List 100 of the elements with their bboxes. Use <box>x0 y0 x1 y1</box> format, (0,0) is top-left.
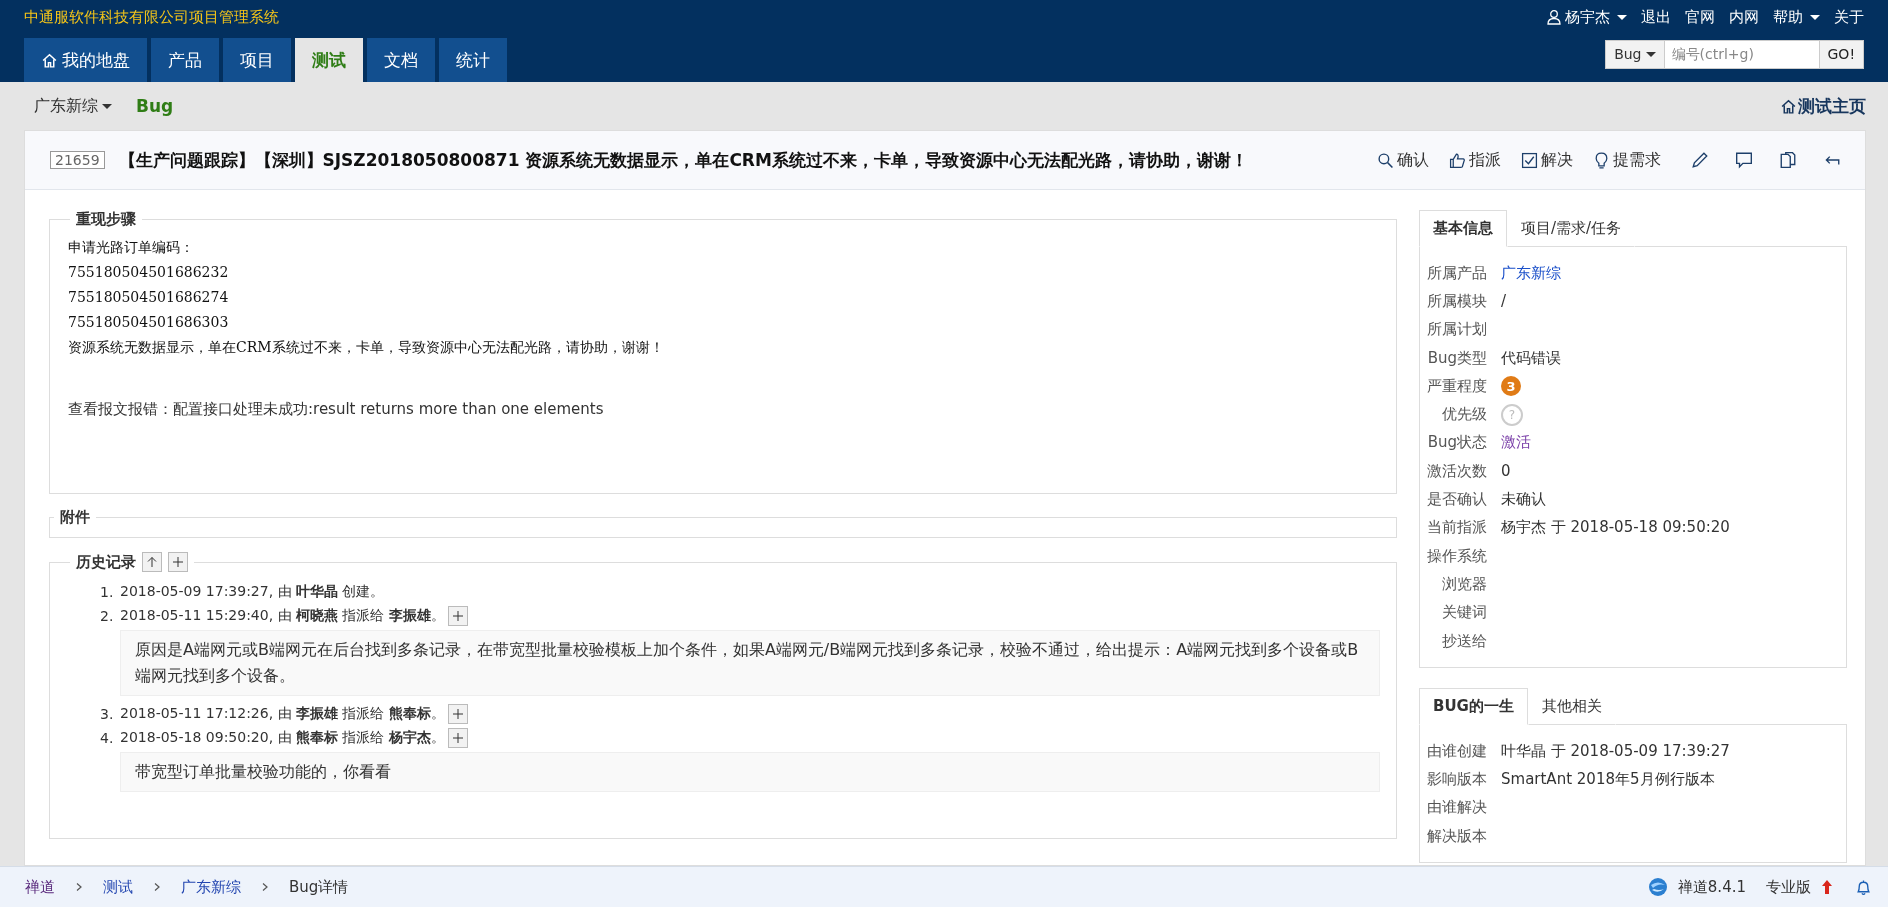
copy-icon[interactable] <box>1779 151 1797 169</box>
field-label: 当前指派 <box>1426 518 1487 538</box>
breadcrumb-current: Bug详情 <box>289 877 349 897</box>
field-label: 关键词 <box>1441 603 1487 623</box>
nav-tab[interactable]: 测试 <box>295 38 363 82</box>
bug-id: 21659 <box>50 151 105 169</box>
globe-logo-icon <box>1647 877 1668 897</box>
breadcrumb-link[interactable]: 禅道 <box>25 877 55 897</box>
history-comment: 原因是A端网元或B端网元在后台找到多条记录，在带宽型批量校验模板上加个条件，如果A端网元/B端网元找到多条记录，校验不通过，给出提示：A端网元找到多个设备或B端网元找到多个设备。 <box>120 630 1380 696</box>
field-label: 激活次数 <box>1426 461 1487 481</box>
header-link[interactable]: 退出 <box>1641 7 1671 27</box>
action-link[interactable]: 提需求 <box>1593 149 1661 171</box>
field-label: 操作系统 <box>1426 546 1487 566</box>
user-menu[interactable]: 杨宇杰 <box>1546 7 1627 27</box>
action-link[interactable]: 解决 <box>1521 149 1573 171</box>
history-entry: 2018-05-11 15:29:40, 由 柯晓燕 指派给 李振雄。 <box>120 607 445 625</box>
field-label: 严重程度 <box>1426 376 1487 396</box>
nav-tab[interactable]: 项目 <box>223 38 291 82</box>
breadcrumb-link[interactable]: 测试 <box>103 877 133 897</box>
field-value: 未确认 <box>1501 490 1546 509</box>
nav-tab[interactable]: 统计 <box>439 38 507 82</box>
field-value: SmartAnt 2018年5月例行版本 <box>1501 770 1715 790</box>
field-label: 所属计划 <box>1426 320 1487 340</box>
field-label: 所属模块 <box>1426 291 1487 311</box>
info-tab[interactable]: BUG的一生 <box>1419 688 1528 726</box>
step-text: 755180504501686274 <box>68 288 230 307</box>
search-field[interactable]: 编号(ctrl+g) <box>1664 39 1820 69</box>
step-text: 755180504501686232 <box>68 263 230 282</box>
home-icon <box>1780 97 1797 115</box>
info-tab[interactable]: 基本信息 <box>1419 210 1507 247</box>
edit-icon[interactable] <box>1691 151 1709 169</box>
help-menu[interactable]: 帮助 <box>1773 7 1820 27</box>
severity-badge: 3 <box>1501 376 1521 397</box>
comment-icon[interactable] <box>1735 151 1753 169</box>
step-text: 资源系统无数据显示，单在CRM系统过不来，卡单，导致资源中心无法配光路，请协助，谢谢！ <box>68 338 665 357</box>
history-entry: 2018-05-09 17:39:27, 由 叶华晶 创建。 <box>120 583 385 601</box>
nav-tab[interactable]: 我的地盘 <box>24 38 147 82</box>
checkbox-icon <box>1521 151 1538 169</box>
home-icon <box>41 51 58 69</box>
history-entry: 2018-05-11 17:12:26, 由 李振雄 指派给 熊奉标。 <box>120 705 445 723</box>
sort-button[interactable] <box>142 552 162 572</box>
test-home-link[interactable]: 测试主页 <box>1780 94 1866 118</box>
header-link[interactable]: 关于 <box>1834 7 1864 27</box>
expand-all-button[interactable] <box>168 552 188 572</box>
field-value: 代码错误 <box>1501 348 1561 368</box>
entry-number: 4. <box>100 730 115 746</box>
info-tab[interactable]: 其他相关 <box>1527 688 1616 726</box>
field-label: 解决版本 <box>1426 826 1487 846</box>
priority-badge: ? <box>1501 403 1523 426</box>
expand-button[interactable] <box>447 606 468 626</box>
entry-number: 2. <box>100 608 115 624</box>
entry-number: 3. <box>100 706 115 722</box>
field-label: 浏览器 <box>1441 574 1487 594</box>
field-label: 由谁解决 <box>1426 798 1487 818</box>
field-label: Bug状态 <box>1426 433 1487 453</box>
field-label: 抄送给 <box>1441 631 1487 651</box>
section-title: 附件 <box>59 508 91 527</box>
plus-icon <box>172 556 184 568</box>
current-module-link[interactable]: Bug <box>136 96 174 116</box>
bug-title: 【生产问题跟踪】【深圳】SJSZ2018050800871 资源系统无数据显示，单在CRM系统过不来，卡单，导致资源中心无法配光路，请协助，谢谢！ <box>118 148 1248 172</box>
search-icon <box>1377 151 1394 169</box>
bell-icon[interactable] <box>1855 878 1872 896</box>
section-title: 重现步骤 <box>75 210 137 229</box>
plus-icon <box>451 708 464 720</box>
app-title: 中通服软件科技有限公司项目管理系统 <box>24 7 280 27</box>
nav-tab[interactable]: 产品 <box>151 38 219 82</box>
product-dropdown[interactable]: 广东新综 <box>34 95 112 117</box>
action-link[interactable]: 指派 <box>1449 149 1501 171</box>
history-comment: 带宽型订单批量校验功能的，你看看 <box>120 752 1380 792</box>
expand-button[interactable] <box>447 704 468 724</box>
action-link[interactable]: 确认 <box>1377 149 1429 171</box>
field-label: 影响版本 <box>1426 770 1487 790</box>
entry-number: 1. <box>100 584 115 600</box>
status-value: 激活 <box>1501 433 1531 453</box>
go-button[interactable]: GO! <box>1819 39 1864 69</box>
user-icon <box>1546 9 1562 25</box>
header-link[interactable]: 内网 <box>1729 7 1759 27</box>
step-text: 申请光路订单编码： <box>68 238 195 257</box>
field-value: 0 <box>1501 462 1511 481</box>
field-value: 叶华晶 于 2018-05-09 17:39:27 <box>1501 741 1730 761</box>
edition-link[interactable]: 专业版 <box>1766 877 1811 897</box>
field-label: 是否确认 <box>1426 490 1487 509</box>
field-link[interactable]: 广东新综 <box>1501 263 1561 283</box>
thumbs-up-icon <box>1449 151 1466 169</box>
lightbulb-icon <box>1593 151 1610 169</box>
field-label: 由谁创建 <box>1426 741 1487 761</box>
up-arrow-icon[interactable] <box>1821 879 1833 895</box>
header-link[interactable]: 官网 <box>1685 7 1715 27</box>
field-value: / <box>1501 292 1507 311</box>
version-link[interactable]: 禅道8.4.1 <box>1677 877 1746 897</box>
expand-button[interactable] <box>447 728 468 748</box>
breadcrumb-link[interactable]: 广东新综 <box>181 877 241 897</box>
error-note: 查看报文报错：配置接口处理未成功:result returns more than one elements <box>68 400 605 419</box>
nav-tab[interactable]: 文档 <box>367 38 435 82</box>
chevron-right-icon <box>261 882 269 892</box>
chevron-right-icon <box>75 882 83 892</box>
search-type-dropdown[interactable]: Bug <box>1605 39 1665 69</box>
up-arrow-icon <box>146 556 158 568</box>
info-tab[interactable]: 项目/需求/任务 <box>1507 210 1636 247</box>
chevron-right-icon <box>153 882 161 892</box>
